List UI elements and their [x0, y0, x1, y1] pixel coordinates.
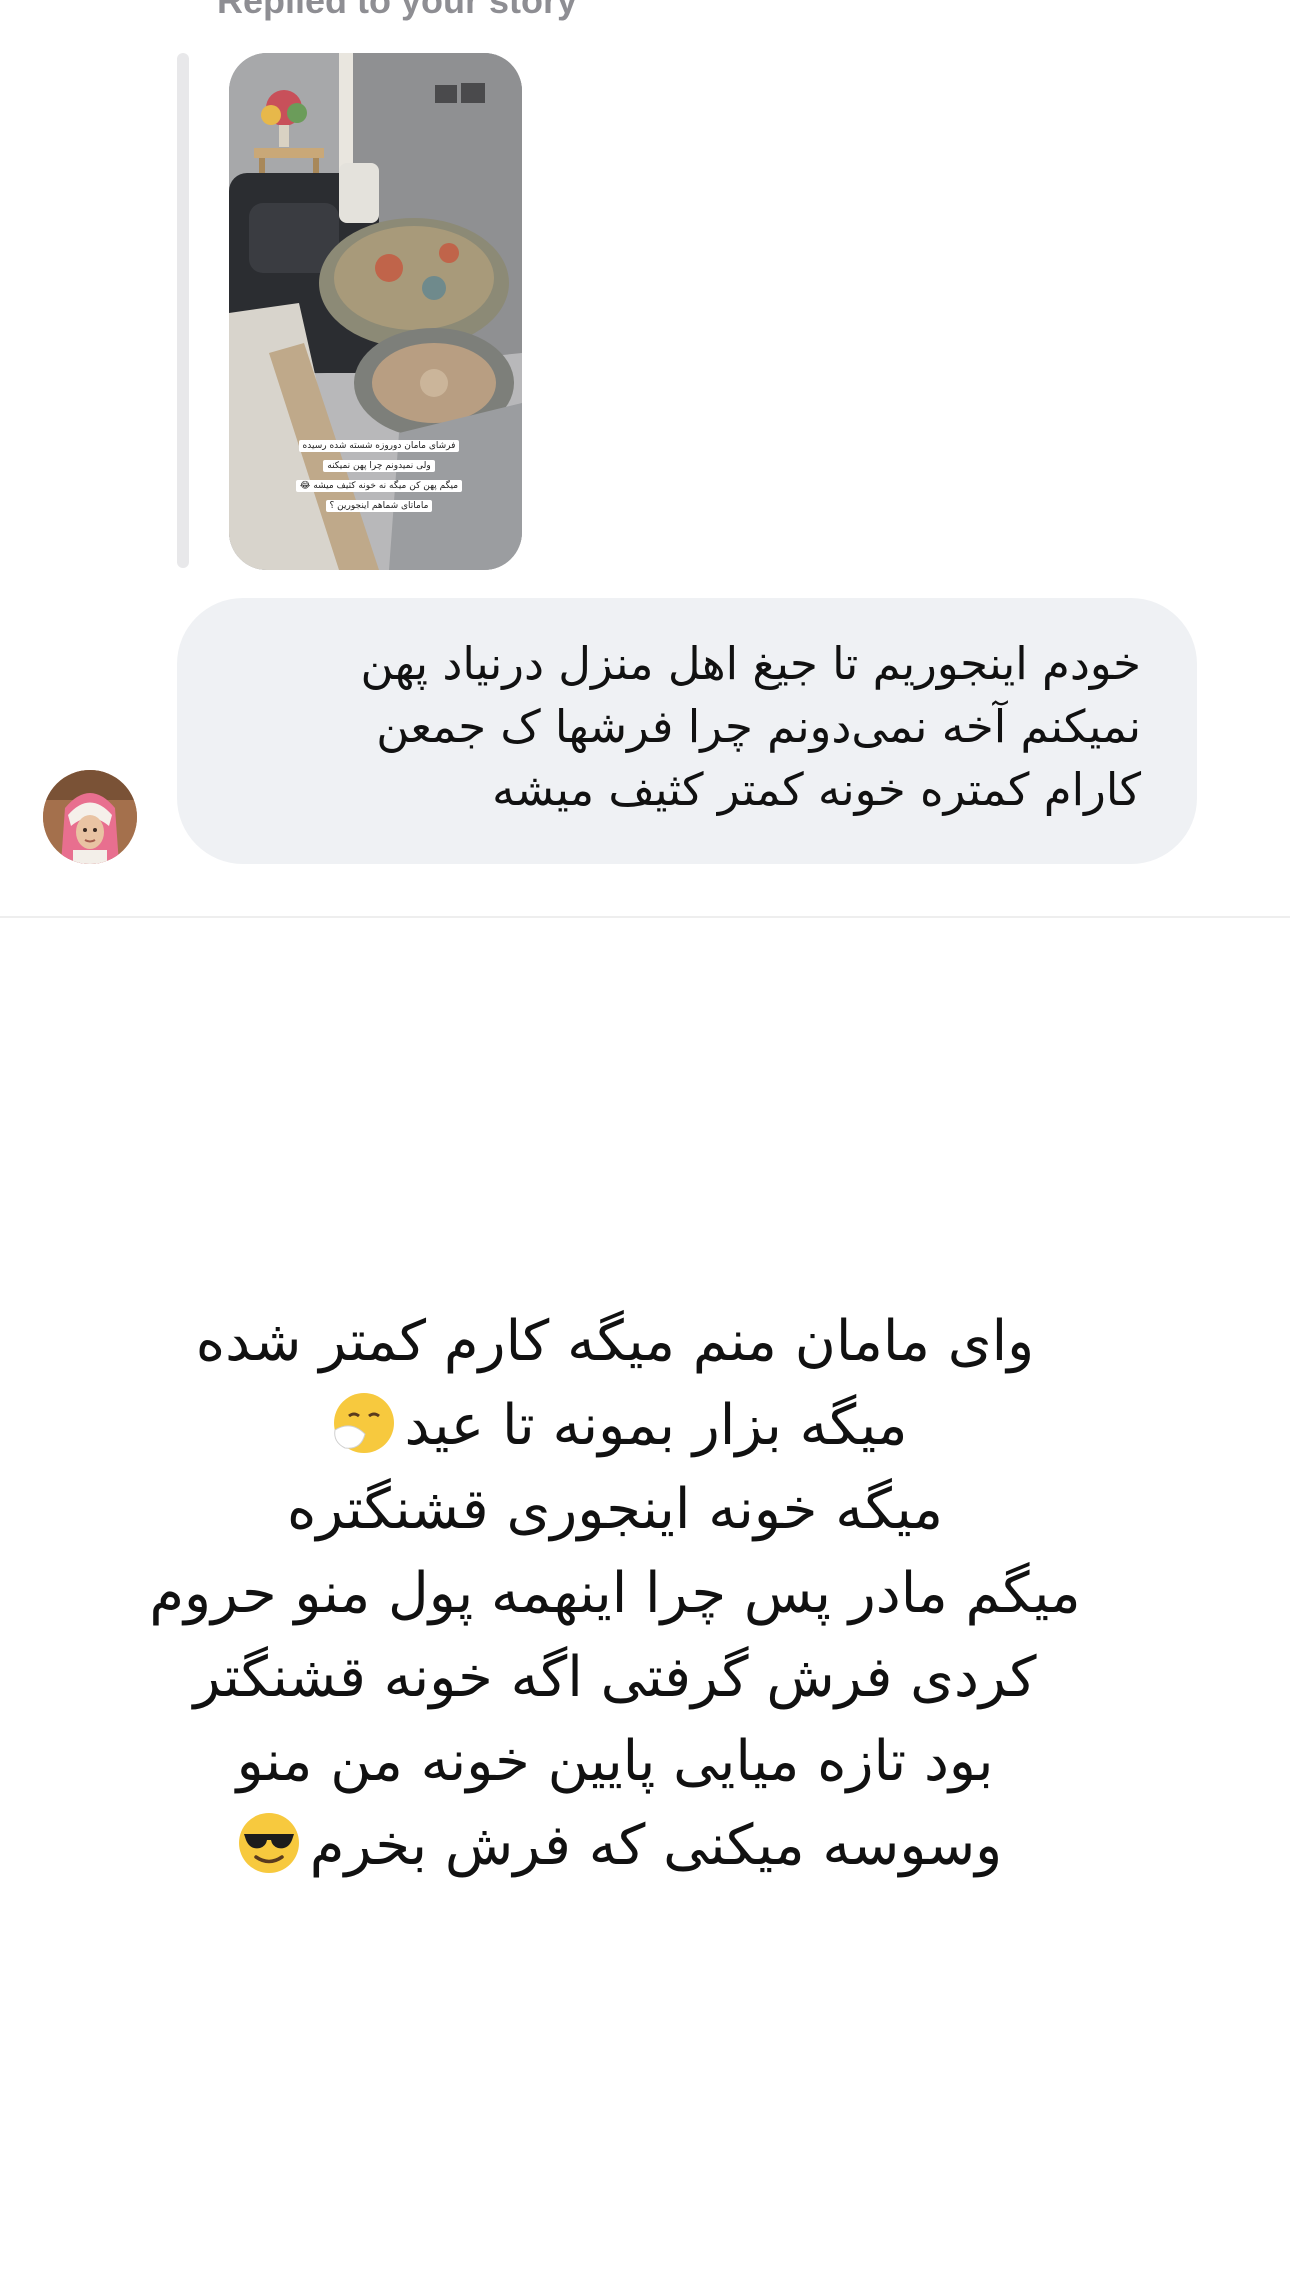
post-line: میگه خونه اینجوری قشنگتره: [286, 1477, 944, 1542]
sender-avatar[interactable]: [43, 770, 137, 864]
dm-thread: Replied to your story فرشای مامان دوروزه…: [0, 0, 1290, 2293]
post-line: وسوسه میکنی که فرش بخرم: [100, 1804, 1130, 1888]
message-bubble[interactable]: خودم اینجوریم تا جیغ اهل منزل درنیاد پهن…: [177, 598, 1197, 864]
post-line: میگم مادر پس چرا اینهمه پول منو حروم: [149, 1561, 1081, 1626]
reply-quote-bar: [177, 53, 189, 568]
story-caption-line: فرشای مامان دوروزه شسته شده رسیده: [298, 440, 460, 452]
avatar-photo: [43, 770, 137, 864]
story-caption-line: میگم پهن کن میگه نه خونه کثیف میشه 😂: [295, 480, 463, 492]
story-thumbnail[interactable]: فرشای مامان دوروزه شسته شده رسیده ولی نم…: [229, 53, 522, 570]
message-text: خودم اینجوریم تا جیغ اهل منزل درنیاد پهن…: [360, 637, 1141, 816]
story-caption-line: ماماتای شماهم اینجورین ؟: [325, 500, 433, 512]
sneezing-face-icon: [333, 1393, 394, 1453]
story-caption-line: ولی نمیدونم چرا پهن نمیکنه: [323, 460, 435, 472]
section-divider: [0, 916, 1290, 918]
post-line: بود تازه میایی پایین خونه من منو: [236, 1729, 994, 1794]
post-line: میگه بزار بمونه تا عید: [100, 1384, 1130, 1468]
replied-to-story-label: Replied to your story: [217, 0, 578, 21]
post-text: وای مامان منم میگه کارم کمتر شده میگه بز…: [100, 1300, 1130, 1888]
sunglasses-face-icon: [238, 1813, 299, 1873]
post-line: کردی فرش گرفتی اگه خونه قشنگتر: [193, 1645, 1037, 1710]
story-caption: فرشای مامان دوروزه شسته شده رسیده ولی نم…: [279, 433, 479, 513]
post-line: وای مامان منم میگه کارم کمتر شده: [195, 1309, 1035, 1374]
